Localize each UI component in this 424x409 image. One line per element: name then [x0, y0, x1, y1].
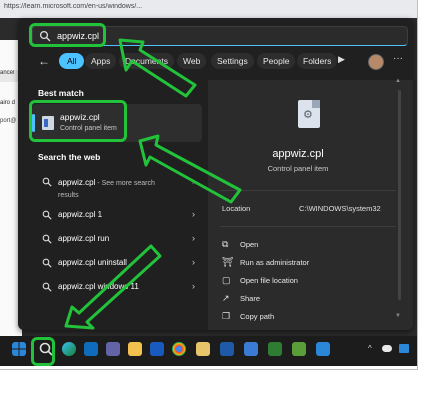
- chevron-right-icon: ›: [192, 209, 195, 219]
- remote-desktop-icon[interactable]: [244, 342, 258, 356]
- action-label: Open: [240, 240, 259, 249]
- search-web-heading: Search the web: [38, 152, 101, 162]
- action-label: Copy path: [240, 312, 275, 321]
- highlight-box-best-match: [29, 100, 127, 142]
- result-detail-pane: ⚙ appwiz.cpl Control panel item Location…: [208, 80, 413, 330]
- action-open[interactable]: ⧉ Open: [222, 238, 402, 256]
- teams-icon[interactable]: [106, 342, 120, 356]
- web-result-text: appwiz.cpl run: [58, 234, 110, 243]
- action-label: Share: [240, 294, 261, 303]
- outlook-icon[interactable]: [84, 342, 98, 356]
- action-run-as-admin[interactable]: ⛩ Run as administrator: [222, 256, 402, 274]
- divider: [220, 190, 396, 191]
- action-copy-path[interactable]: ❐ Copy path: [222, 310, 402, 328]
- control-panel-file-icon: ⚙: [298, 100, 320, 128]
- search-icon: [42, 282, 52, 292]
- chrome-icon[interactable]: [172, 342, 186, 356]
- back-arrow-icon[interactable]: ←: [38, 54, 54, 68]
- filter-people[interactable]: People: [257, 53, 296, 69]
- action-open-file-location[interactable]: ▢ Open file location: [222, 274, 402, 292]
- notes-icon[interactable]: [196, 342, 210, 356]
- web-result-text: appwiz.cpl windows 11: [58, 282, 139, 291]
- highlight-box-taskbar-search: [31, 337, 55, 366]
- location-value: C:\WINDOWS\system32: [299, 204, 381, 213]
- chevron-up-icon[interactable]: ^: [368, 344, 372, 353]
- browser-address-bar[interactable]: https://learn.microsoft.com/en-us/window…: [0, 0, 418, 18]
- web-result-item[interactable]: appwiz.cpl 1 ›: [32, 205, 202, 227]
- excel-icon[interactable]: [268, 342, 282, 356]
- shield-icon: ⛩: [222, 257, 234, 267]
- search-icon: [42, 234, 52, 244]
- scrollbar[interactable]: [398, 90, 401, 300]
- filter-folders[interactable]: Folders: [297, 53, 337, 69]
- scroll-up-icon[interactable]: ▲: [395, 78, 401, 84]
- copy-icon: ❐: [222, 311, 231, 321]
- location-label: Location: [222, 204, 251, 213]
- browser-url-text: https://learn.microsoft.com/en-us/window…: [4, 3, 143, 10]
- chevron-right-icon: ›: [192, 281, 195, 291]
- border-rule: [417, 0, 418, 370]
- web-result-label: appwiz.cpl - See more search results: [58, 177, 168, 201]
- detail-subtitle: Control panel item: [267, 164, 329, 173]
- chevron-right-icon: ›: [192, 176, 195, 186]
- filter-documents[interactable]: Documents: [119, 53, 174, 69]
- highlight-box-search: [29, 23, 106, 47]
- share-icon: ↗: [222, 293, 230, 303]
- file-explorer-icon[interactable]: [128, 342, 142, 356]
- search-icon: [42, 210, 52, 220]
- open-icon: ⧉: [222, 239, 229, 249]
- windows-start-icon[interactable]: [12, 342, 26, 356]
- file-corner-fold: [312, 100, 320, 108]
- web-result-item[interactable]: appwiz.cpl uninstall ›: [32, 253, 202, 275]
- filter-settings[interactable]: Settings: [211, 53, 254, 69]
- border-rule: [0, 369, 418, 370]
- filter-all[interactable]: All: [59, 53, 85, 69]
- action-label: Run as administrator: [240, 258, 310, 267]
- web-result-item[interactable]: appwiz.cpl windows 11 ›: [32, 277, 202, 299]
- word-icon[interactable]: [150, 342, 164, 356]
- action-label: Open file location: [240, 276, 298, 285]
- maps-icon[interactable]: [292, 342, 306, 356]
- web-result-text: appwiz.cpl 1: [58, 210, 103, 219]
- chevron-right-icon: ›: [192, 257, 195, 267]
- web-result-item[interactable]: appwiz.cpl run ›: [32, 229, 202, 251]
- detail-title: appwiz.cpl: [272, 148, 324, 160]
- filter-apps[interactable]: Apps: [85, 53, 117, 69]
- folder-icon: ▢: [222, 275, 231, 285]
- network-icon[interactable]: [399, 344, 409, 353]
- web-result-item[interactable]: appwiz.cpl - See more search results ›: [32, 172, 202, 202]
- filter-web[interactable]: Web: [177, 53, 207, 69]
- edge-icon[interactable]: [62, 342, 76, 356]
- search-icon: [42, 258, 52, 268]
- onedrive-icon[interactable]: [382, 345, 392, 352]
- avatar[interactable]: [368, 54, 384, 70]
- scroll-down-icon[interactable]: ▼: [395, 313, 401, 319]
- divider: [220, 226, 396, 227]
- chevron-right-icon: ›: [192, 233, 195, 243]
- web-result-text: appwiz.cpl: [58, 178, 96, 187]
- photos-icon[interactable]: [220, 342, 234, 356]
- search-icon: [42, 177, 52, 187]
- action-share[interactable]: ↗ Share: [222, 292, 402, 310]
- more-filters-icon[interactable]: ▶: [338, 54, 345, 65]
- more-options-icon[interactable]: ···: [393, 53, 403, 64]
- taskbar: ^: [0, 336, 418, 366]
- windows-search-panel: appwiz.cpl ← All Apps Documents Web Sett…: [18, 18, 413, 330]
- gear-icon: ⚙: [303, 109, 313, 121]
- web-result-text: appwiz.cpl uninstall: [58, 258, 127, 267]
- snipping-tool-icon[interactable]: [316, 342, 330, 356]
- best-match-heading: Best match: [38, 88, 84, 98]
